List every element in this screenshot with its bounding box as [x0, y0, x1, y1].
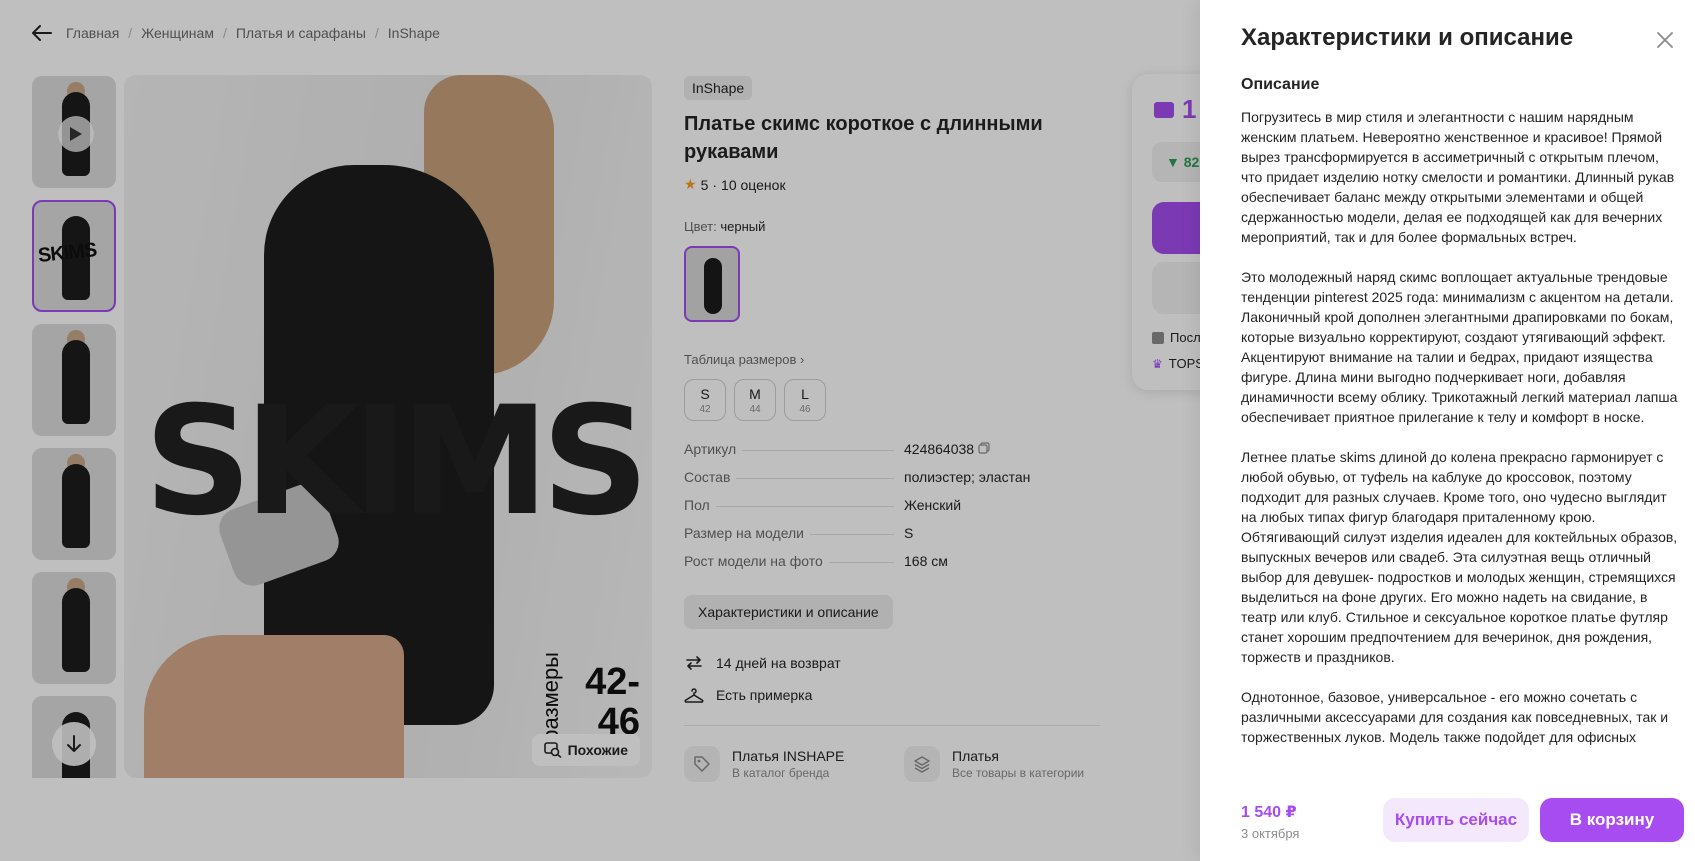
description-paragraph: Погрузитесь в мир стиля и элегантности с… — [1241, 109, 1675, 245]
close-icon[interactable] — [1653, 28, 1677, 52]
panel-footer: 1 540 ₽ 3 октября Купить сейчас В корзин… — [1200, 774, 1695, 861]
description-heading: Описание — [1241, 76, 1320, 93]
modal-backdrop[interactable] — [0, 0, 1200, 861]
characteristics-panel: Характеристики и описание Описание Погру… — [1200, 0, 1695, 861]
footer-price: 1 540 ₽ — [1241, 804, 1297, 821]
description-paragraph: Летнее платье skims длиной до колена пре… — [1241, 449, 1678, 665]
description-paragraph: Это молодежный наряд скимс воплощает акт… — [1241, 269, 1678, 425]
delivery-date: 3 октября — [1241, 826, 1300, 841]
description-text: Погрузитесь в мир стиля и элегантности с… — [1241, 107, 1679, 767]
description-paragraph: Однотонное, базовое, универсальное - его… — [1241, 689, 1669, 745]
buy-now-button[interactable]: Купить сейчас — [1383, 798, 1529, 842]
scroll-fade — [1200, 754, 1695, 774]
panel-title: Характеристики и описание — [1241, 24, 1574, 51]
add-to-cart-button[interactable]: В корзину — [1540, 798, 1684, 842]
